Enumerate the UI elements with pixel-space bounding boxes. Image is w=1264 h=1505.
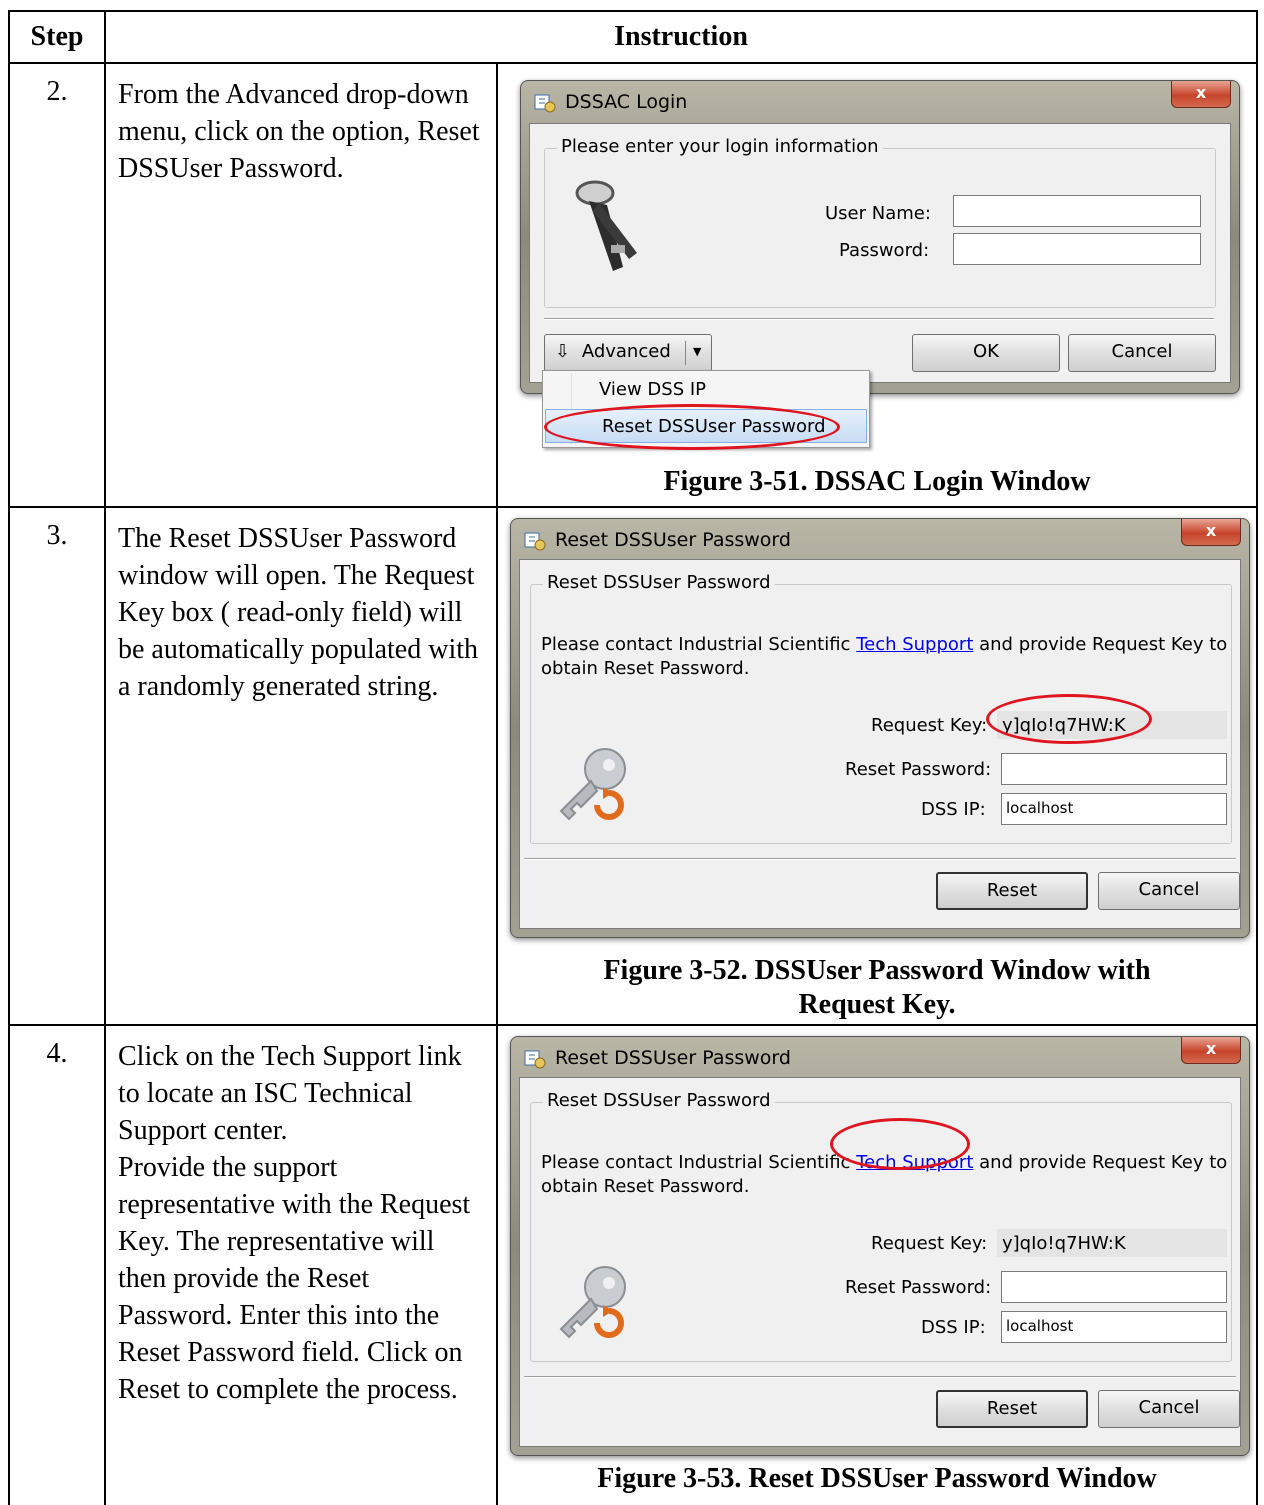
advanced-button-label: Advanced xyxy=(581,341,671,362)
divider xyxy=(544,318,1214,320)
figure-cell: Reset DSSUser Password x Reset DSSUser P… xyxy=(495,506,1259,1026)
divider xyxy=(524,858,1236,860)
figure-cell: Reset DSSUser Password x Reset DSSUser P… xyxy=(495,1024,1259,1505)
group-title: Please enter your login information xyxy=(557,136,883,157)
instruction-text: Provide the support representative with … xyxy=(118,1152,471,1405)
title-bar: Reset DSSUser Password x xyxy=(511,519,1249,563)
highlight-circle xyxy=(986,694,1152,744)
password-label: Password: xyxy=(839,240,930,261)
app-icon xyxy=(534,94,556,113)
group-title: Reset DSSUser Password xyxy=(543,572,775,593)
chevron-down-icon[interactable]: ▼ xyxy=(693,335,701,369)
login-window-frame: DSSAC Login x Please enter your login in… xyxy=(520,80,1240,394)
ok-button[interactable]: OK xyxy=(912,334,1060,372)
reset-button[interactable]: Reset xyxy=(936,872,1088,910)
divider xyxy=(524,1376,1236,1378)
title-bar: DSSAC Login x xyxy=(521,81,1239,125)
reset-password-label: Reset Password: xyxy=(845,1277,992,1298)
app-icon xyxy=(524,1050,546,1069)
reset-dialog: Reset DSSUser Password x Reset DSSUser P… xyxy=(510,1036,1250,1468)
keys-icon xyxy=(575,180,637,271)
close-button[interactable]: x xyxy=(1181,519,1241,546)
window-title: Reset DSSUser Password xyxy=(555,529,791,551)
dialog-client: Reset DSSUser Password Please contact In… xyxy=(519,559,1241,929)
request-key-label: Request Key: xyxy=(871,715,988,736)
reset-button[interactable]: Reset xyxy=(936,1390,1088,1428)
tech-support-link[interactable]: Tech Support xyxy=(856,634,973,655)
reset-password-input[interactable] xyxy=(1001,1271,1227,1303)
message-text-end: and provide Request Key to xyxy=(973,634,1228,655)
figure-caption: Figure 3-52. DSSUser Password Window wit… xyxy=(603,955,1151,1020)
message-text-end: and provide Request Key to xyxy=(973,1152,1228,1173)
figure-caption: Figure 3-53. Reset DSSUser Password Wind… xyxy=(597,1463,1157,1494)
dss-ip-input[interactable]: localhost xyxy=(1001,1311,1227,1343)
cancel-button[interactable]: Cancel xyxy=(1098,1390,1240,1428)
close-button[interactable]: x xyxy=(1171,81,1231,108)
login-dialog: DSSAC Login x Please enter your login in… xyxy=(520,80,1240,450)
instruction-cell: The Reset DSSUser Password window will o… xyxy=(104,506,498,1026)
instruction-text: Click on the Tech Support link to locate… xyxy=(118,1041,462,1146)
message-line-2: obtain Reset Password. xyxy=(541,1176,750,1197)
procedure-table: Step Instruction 2. From the Advanced dr… xyxy=(8,10,1259,1505)
login-group: Please enter your login information User… xyxy=(544,136,1216,308)
password-input[interactable] xyxy=(953,233,1201,265)
step-number: 3. xyxy=(8,506,106,1026)
header-instruction: Instruction xyxy=(103,10,1259,64)
reset-window-frame: Reset DSSUser Password x Reset DSSUser P… xyxy=(510,1036,1250,1456)
reset-password-input[interactable] xyxy=(1001,753,1227,785)
request-key-field: y]qIo!q7HW:K xyxy=(997,1229,1227,1257)
message-text: Please contact Industrial Scientific xyxy=(541,1152,857,1173)
step-number: 4. xyxy=(8,1024,106,1505)
header-row: Step Instruction xyxy=(8,10,1259,64)
highlight-circle xyxy=(544,404,840,450)
advanced-split-button[interactable]: ⇩ Advanced ▼ xyxy=(544,334,712,372)
instruction-text: From the Advanced drop-down menu, click … xyxy=(118,79,480,184)
dropdown-divider xyxy=(685,341,686,365)
user-name-input[interactable] xyxy=(953,195,1201,227)
title-bar: Reset DSSUser Password x xyxy=(511,1037,1249,1081)
message-text: Please contact Industrial Scientific xyxy=(541,634,857,655)
key-reset-icon xyxy=(559,748,626,821)
dss-ip-label: DSS IP: xyxy=(921,799,986,820)
message-line-2: obtain Reset Password. xyxy=(541,658,750,679)
reset-password-label: Reset Password: xyxy=(845,759,992,780)
key-reset-icon xyxy=(559,1266,626,1339)
window-title: Reset DSSUser Password xyxy=(555,1047,791,1069)
table-row: 4. Click on the Tech Support link to loc… xyxy=(8,1024,1259,1505)
group-title: Reset DSSUser Password xyxy=(543,1090,775,1111)
instruction-text: The Reset DSSUser Password window will o… xyxy=(118,523,479,702)
instruction-message: Please contact Industrial Scientific Tec… xyxy=(541,633,1227,681)
header-step: Step xyxy=(8,10,106,64)
cancel-button[interactable]: Cancel xyxy=(1068,334,1216,372)
window-title: DSSAC Login xyxy=(565,91,688,113)
dialog-client: Please enter your login information User… xyxy=(529,123,1231,383)
app-icon xyxy=(524,532,546,551)
close-button[interactable]: x xyxy=(1181,1037,1241,1064)
highlight-circle xyxy=(830,1118,970,1170)
menu-item-view-dss-ip[interactable]: View DSS IP xyxy=(543,373,869,407)
instruction-cell: Click on the Tech Support link to locate… xyxy=(104,1024,498,1505)
dss-ip-input[interactable]: localhost xyxy=(1001,793,1227,825)
request-key-label: Request Key: xyxy=(871,1233,988,1254)
dss-ip-label: DSS IP: xyxy=(921,1317,986,1338)
arrow-down-icon: ⇩ xyxy=(555,341,571,362)
cancel-button[interactable]: Cancel xyxy=(1098,872,1240,910)
figure-cell: DSSAC Login x Please enter your login in… xyxy=(495,62,1259,508)
figure-caption: Figure 3-51. DSSAC Login Window xyxy=(663,466,1091,497)
table-row: 3. The Reset DSSUser Password window wil… xyxy=(8,506,1259,1026)
user-name-label: User Name: xyxy=(825,203,931,224)
instruction-cell: From the Advanced drop-down menu, click … xyxy=(104,62,498,508)
reset-dialog: Reset DSSUser Password x Reset DSSUser P… xyxy=(510,518,1250,950)
step-number: 2. xyxy=(8,62,106,508)
table-row: 2. From the Advanced drop-down menu, cli… xyxy=(8,62,1259,508)
